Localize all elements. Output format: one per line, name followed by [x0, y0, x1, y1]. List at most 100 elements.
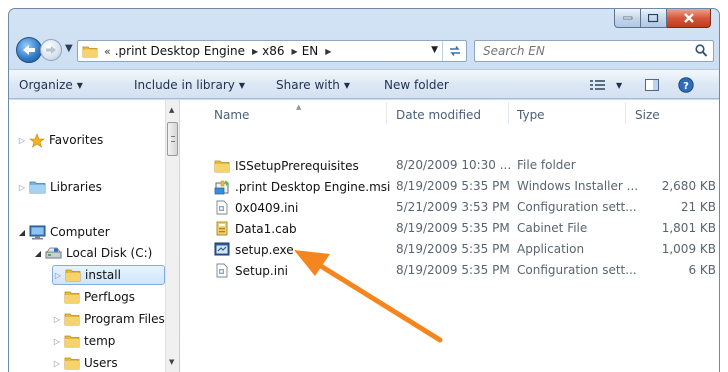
- refresh-button[interactable]: [442, 41, 466, 61]
- nav-item-favorites[interactable]: ▷ Favorites: [17, 130, 103, 150]
- folder-icon: [64, 313, 80, 326]
- nav-item-program-files[interactable]: ▷ Program Files: [52, 309, 165, 329]
- file-row[interactable]: Data1.cab 8/19/2009 5:35 PM Cabinet File…: [180, 219, 719, 237]
- minimize-button[interactable]: [614, 9, 641, 28]
- ini-file-icon: [216, 200, 228, 215]
- close-icon: [683, 13, 694, 23]
- folder-icon: [65, 269, 81, 282]
- nav-item-perflogs[interactable]: PerfLogs: [52, 287, 135, 307]
- folder-icon: [214, 160, 230, 172]
- sort-ascending-icon: ▲: [296, 103, 302, 111]
- nav-label: Program Files: [84, 312, 165, 326]
- maximize-icon: [648, 13, 659, 22]
- chevron-down-icon: ▼: [343, 81, 351, 90]
- nav-item-install[interactable]: ▷ install: [52, 265, 165, 285]
- file-size: 2,680 KB: [661, 179, 716, 193]
- nav-item-computer[interactable]: ◢ Computer: [17, 222, 110, 242]
- file-type: Application: [517, 242, 585, 256]
- recent-pages-dropdown[interactable]: ▼: [65, 43, 73, 54]
- folder-icon: [64, 335, 80, 348]
- scroll-down-icon[interactable]: ▼: [169, 358, 174, 366]
- forward-button[interactable]: [40, 39, 62, 61]
- expand-arrow-icon[interactable]: ▷: [52, 337, 62, 346]
- file-date: 8/19/2009 5:35 PM: [396, 263, 510, 277]
- column-type[interactable]: Type: [517, 108, 545, 122]
- change-view-button[interactable]: ▼: [590, 79, 622, 91]
- file-name: setup.exe: [235, 242, 294, 257]
- file-row[interactable]: ISSetupPrerequisites 8/20/2009 10:30 ...…: [180, 156, 719, 174]
- file-name: ISSetupPrerequisites: [235, 158, 359, 173]
- expand-arrow-icon[interactable]: ▷: [52, 315, 62, 324]
- svg-text:?: ?: [683, 81, 689, 92]
- file-row[interactable]: 0x0409.ini 5/21/2009 3:53 PM Configurati…: [180, 198, 719, 216]
- share-with-menu[interactable]: Share with ▼: [276, 78, 350, 92]
- breadcrumb-separator[interactable]: ▶: [325, 47, 331, 56]
- command-bar: Organize ▼ Include in library ▼ Share with…: [9, 69, 719, 99]
- back-button[interactable]: [16, 37, 42, 63]
- expand-arrow-icon[interactable]: ▷: [52, 359, 62, 368]
- file-list: ▲ Name Date modified Type Size ISSetupPr…: [180, 100, 719, 372]
- close-button[interactable]: [667, 9, 711, 28]
- scrollbar-thumb[interactable]: [167, 122, 178, 156]
- breadcrumb-separator[interactable]: ▶: [292, 47, 298, 56]
- collapse-arrow-icon[interactable]: ◢: [17, 228, 27, 237]
- nav-label: Computer: [50, 225, 110, 239]
- file-row[interactable]: .print Desktop Engine.msi 8/19/2009 5:35…: [180, 177, 719, 195]
- chevron-down-icon: ▼: [76, 81, 83, 90]
- breadcrumb-item[interactable]: x86: [262, 44, 284, 58]
- nav-item-libraries[interactable]: ▷ Libraries: [17, 177, 102, 197]
- include-in-library-label: Include in library: [134, 78, 235, 92]
- expand-arrow-icon[interactable]: ▷: [53, 271, 63, 280]
- breadcrumb-item[interactable]: EN: [302, 44, 319, 58]
- nav-item-temp[interactable]: ▷ temp: [52, 331, 115, 351]
- expand-arrow-icon[interactable]: ▷: [17, 183, 27, 192]
- help-button[interactable]: ?: [678, 77, 694, 96]
- scroll-up-icon[interactable]: ▲: [169, 106, 174, 114]
- file-type: Configuration sett...: [517, 200, 637, 214]
- file-type: Configuration sett...: [517, 263, 637, 277]
- breadcrumb-separator[interactable]: ▶: [252, 47, 258, 56]
- expand-arrow-icon[interactable]: ▷: [17, 136, 27, 145]
- computer-icon: [29, 225, 46, 239]
- include-in-library-menu[interactable]: Include in library ▼: [134, 78, 245, 92]
- column-date-modified[interactable]: Date modified: [396, 108, 481, 122]
- address-bar[interactable]: « .print Desktop Engine ▶ x86 ▶ EN ▶ ▼: [77, 40, 467, 62]
- nav-scrollbar[interactable]: ▲ ▼: [165, 100, 179, 372]
- navigation-pane: ▷ Favorites ▷ Libraries ◢ Computer ◢ Loc…: [9, 100, 179, 372]
- file-date: 8/19/2009 5:35 PM: [396, 221, 510, 235]
- preview-pane-button[interactable]: [645, 79, 659, 94]
- arrow-left-icon: [23, 45, 35, 55]
- folder-icon: [64, 357, 80, 370]
- organize-menu[interactable]: Organize ▼: [19, 78, 83, 92]
- maximize-button[interactable]: [641, 9, 667, 28]
- breadcrumb-item[interactable]: .print Desktop Engine: [115, 44, 245, 58]
- nav-label: Local Disk (C:): [66, 246, 153, 260]
- file-name: Data1.cab: [235, 221, 297, 236]
- nav-item-local-disk[interactable]: ◢ Local Disk (C:): [33, 243, 152, 263]
- new-folder-button[interactable]: New folder: [384, 78, 449, 92]
- file-row[interactable]: Setup.ini 8/19/2009 5:35 PM Configuratio…: [180, 261, 719, 279]
- star-icon: [29, 132, 45, 148]
- search-box[interactable]: [474, 40, 714, 62]
- help-icon: ?: [678, 77, 694, 93]
- preview-pane-icon: [645, 79, 659, 91]
- file-date: 8/19/2009 5:35 PM: [396, 242, 510, 256]
- address-row: ▼ « .print Desktop Engine ▶ x86 ▶ EN ▶ ▼: [9, 35, 719, 67]
- view-details-icon: [590, 80, 605, 90]
- collapse-arrow-icon[interactable]: ◢: [33, 249, 43, 258]
- breadcrumb-overflow[interactable]: «: [104, 45, 111, 58]
- file-type: Windows Installer ...: [517, 179, 639, 193]
- column-size[interactable]: Size: [635, 108, 660, 122]
- address-history-dropdown[interactable]: ▼: [431, 45, 438, 55]
- file-size: 1,801 KB: [661, 221, 716, 235]
- file-row[interactable]: setup.exe 8/19/2009 5:35 PM Application …: [180, 240, 719, 258]
- column-name[interactable]: Name: [214, 108, 249, 122]
- nav-item-users[interactable]: ▷ Users: [52, 353, 118, 372]
- ini-file-icon: [216, 263, 228, 278]
- nav-label: install: [85, 268, 121, 282]
- file-size: 21 KB: [680, 200, 716, 214]
- window-controls: [614, 9, 711, 28]
- search-input[interactable]: [475, 41, 685, 61]
- msi-installer-icon: [214, 179, 229, 194]
- arrow-right-icon: [46, 46, 56, 54]
